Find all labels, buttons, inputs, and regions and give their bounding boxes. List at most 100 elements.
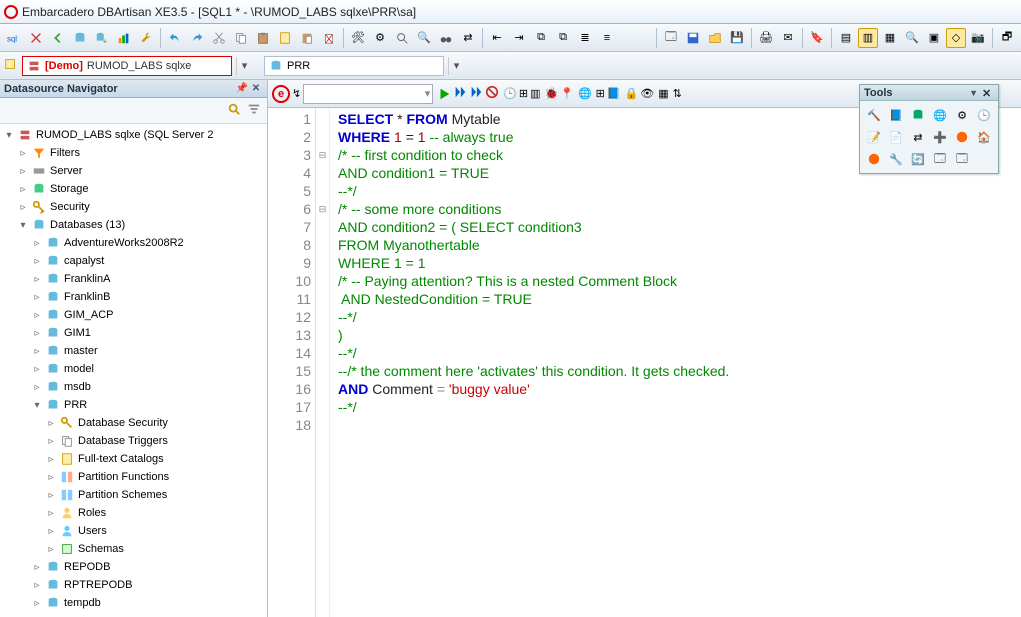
tree-db-child[interactable]: ▹Roles [4, 504, 267, 522]
wrench-tool-icon[interactable]: 🔧 [886, 149, 906, 169]
bookmark-icon[interactable]: 🔖 [807, 28, 827, 48]
nav-back-icon[interactable] [48, 28, 68, 48]
tree-storage[interactable]: ▹Storage [4, 180, 267, 198]
code-line[interactable]: /* -- some more conditions [338, 200, 729, 218]
code-line[interactable]: WHERE 1 = 1 -- always true [338, 128, 729, 146]
expand-icon[interactable]: ▹ [32, 256, 42, 267]
home-icon[interactable]: 🏠 [974, 127, 994, 147]
compare-icon[interactable]: ⇄ [908, 127, 928, 147]
comment-icon[interactable]: ⧉ [531, 28, 551, 48]
tool2-icon[interactable]: ⚙ [370, 28, 390, 48]
globe-icon[interactable]: 🌐 [578, 87, 592, 100]
tree-db-item[interactable]: ▾PRR [4, 396, 267, 414]
collapse-icon[interactable]: ▾ [18, 220, 28, 231]
expand-icon[interactable]: ▹ [46, 418, 56, 429]
indent-right-icon[interactable]: ⇥ [509, 28, 529, 48]
code-line[interactable]: /* -- Paying attention? This is a nested… [338, 272, 729, 290]
findnext-icon[interactable]: 🔍 [414, 28, 434, 48]
history-combo[interactable]: ▾ [303, 84, 433, 104]
database-selector[interactable]: PRR [264, 56, 444, 76]
orange1-icon[interactable] [952, 127, 972, 147]
tree-root[interactable]: ▾ RUMOD_LABS sqlxe (SQL Server 2 [4, 126, 267, 144]
wrench-icon[interactable] [136, 28, 156, 48]
paste-book-icon[interactable] [297, 28, 317, 48]
db-dropdown-icon[interactable]: ▾ [448, 57, 464, 75]
expand-icon[interactable]: ▹ [18, 148, 28, 159]
replace-icon[interactable]: ⇄ [458, 28, 478, 48]
panel2-icon[interactable]: ▥ [858, 28, 878, 48]
orange2-icon[interactable] [864, 149, 884, 169]
tree-db-child[interactable]: ▹Partition Functions [4, 468, 267, 486]
tree-db-item[interactable]: ▹REPODB [4, 558, 267, 576]
code-line[interactable]: --*/ [338, 308, 729, 326]
code-line[interactable]: AND Comment = 'buggy value' [338, 380, 729, 398]
execute-icon[interactable] [437, 87, 451, 101]
align-icon[interactable]: ≡ [597, 28, 617, 48]
print-icon[interactable]: 🖨 [756, 28, 776, 48]
tools-header[interactable]: Tools ▼ ✕ [860, 85, 998, 101]
tree-security[interactable]: ▹Security [4, 198, 267, 216]
tree-db-item[interactable]: ▹model [4, 360, 267, 378]
tree-db-item[interactable]: ▹FranklinA [4, 270, 267, 288]
delete-icon[interactable] [319, 28, 339, 48]
code-line[interactable]: --*/ [338, 182, 729, 200]
code-line[interactable]: FROM Myanothertable [338, 236, 729, 254]
fold-column[interactable]: ⊟⊟ [316, 108, 330, 617]
close-icon[interactable]: ✕ [249, 82, 263, 96]
tree-db-child[interactable]: ▹Schemas [4, 540, 267, 558]
ds-icon[interactable] [4, 57, 18, 74]
stop-icon[interactable] [485, 85, 499, 102]
highlight-icon[interactable]: ◇ [946, 28, 966, 48]
lock-icon[interactable]: 🔒 [625, 87, 639, 100]
expand-icon[interactable]: ▹ [46, 544, 56, 555]
collapse-icon[interactable]: ▾ [4, 130, 14, 141]
code-line[interactable]: AND NestedCondition = TRUE [338, 290, 729, 308]
doc-icon[interactable]: 📄 [886, 127, 906, 147]
plus-icon[interactable]: ➕ [930, 127, 950, 147]
sql-icon[interactable]: sql [4, 28, 24, 48]
tree-db-child[interactable]: ▹Database Triggers [4, 432, 267, 450]
open-icon[interactable] [705, 28, 725, 48]
pin-icon[interactable]: 📌 [235, 82, 249, 96]
redo-icon[interactable] [187, 28, 207, 48]
expand-icon[interactable]: ▹ [18, 166, 28, 177]
code-line[interactable]: /* -- first condition to check [338, 146, 729, 164]
indent-left-icon[interactable]: ⇤ [487, 28, 507, 48]
uncomment-icon[interactable]: ⧉ [553, 28, 573, 48]
tree-db-child[interactable]: ▹Database Security [4, 414, 267, 432]
plan-icon[interactable]: ⊞ [519, 87, 528, 100]
tools-panel[interactable]: Tools ▼ ✕ 🔨 📘 🌐 ⚙ 🕒 📝 📄 ⇄ ➕ 🏠 🔧 [859, 84, 999, 174]
tree-db-child[interactable]: ▹Full-text Catalogs [4, 450, 267, 468]
table-icon[interactable]: ⊞ [596, 87, 605, 100]
datasource-selector[interactable]: [Demo] RUMOD_LABS sqlxe [22, 56, 232, 76]
breakpoint-icon[interactable]: 📍 [560, 87, 574, 100]
code-line[interactable]: AND condition1 = TRUE [338, 164, 729, 182]
tree-databases[interactable]: ▾Databases (13) [4, 216, 267, 234]
save-icon[interactable] [683, 28, 703, 48]
camera-icon[interactable]: 📷 [968, 28, 988, 48]
tools-dropdown-icon[interactable]: ▼ [969, 88, 978, 98]
expand-icon[interactable]: ▹ [32, 328, 42, 339]
zoom-icon[interactable]: 🔍 [902, 28, 922, 48]
code-line[interactable]: WHERE 1 = 1 [338, 254, 729, 272]
error-icon[interactable]: e [272, 85, 290, 103]
tree-db-item[interactable]: ▹capalyst [4, 252, 267, 270]
filter-dropdown-icon[interactable] [247, 102, 261, 119]
chart-icon[interactable] [114, 28, 134, 48]
expand-icon[interactable]: ▹ [32, 346, 42, 357]
step-over-icon[interactable] [469, 85, 483, 102]
undo-icon[interactable] [165, 28, 185, 48]
window-tool-icon[interactable]: 🗔 [930, 149, 950, 169]
scissors-icon[interactable] [26, 28, 46, 48]
code-line[interactable]: --/* the comment here 'activates' this c… [338, 362, 729, 380]
result-icon[interactable]: ▥ [530, 87, 540, 100]
tree-db-item[interactable]: ▹GIM_ACP [4, 306, 267, 324]
tree-db-item[interactable]: ▹GIM1 [4, 324, 267, 342]
script-icon[interactable]: 📝 [864, 127, 884, 147]
code-line[interactable]: --*/ [338, 344, 729, 362]
tree-db-item[interactable]: ▹RPTREPODB [4, 576, 267, 594]
paste-icon[interactable] [253, 28, 273, 48]
collapse-icon[interactable]: ▾ [32, 400, 42, 411]
search-icon[interactable] [227, 102, 241, 119]
expand-icon[interactable]: ▹ [46, 436, 56, 447]
